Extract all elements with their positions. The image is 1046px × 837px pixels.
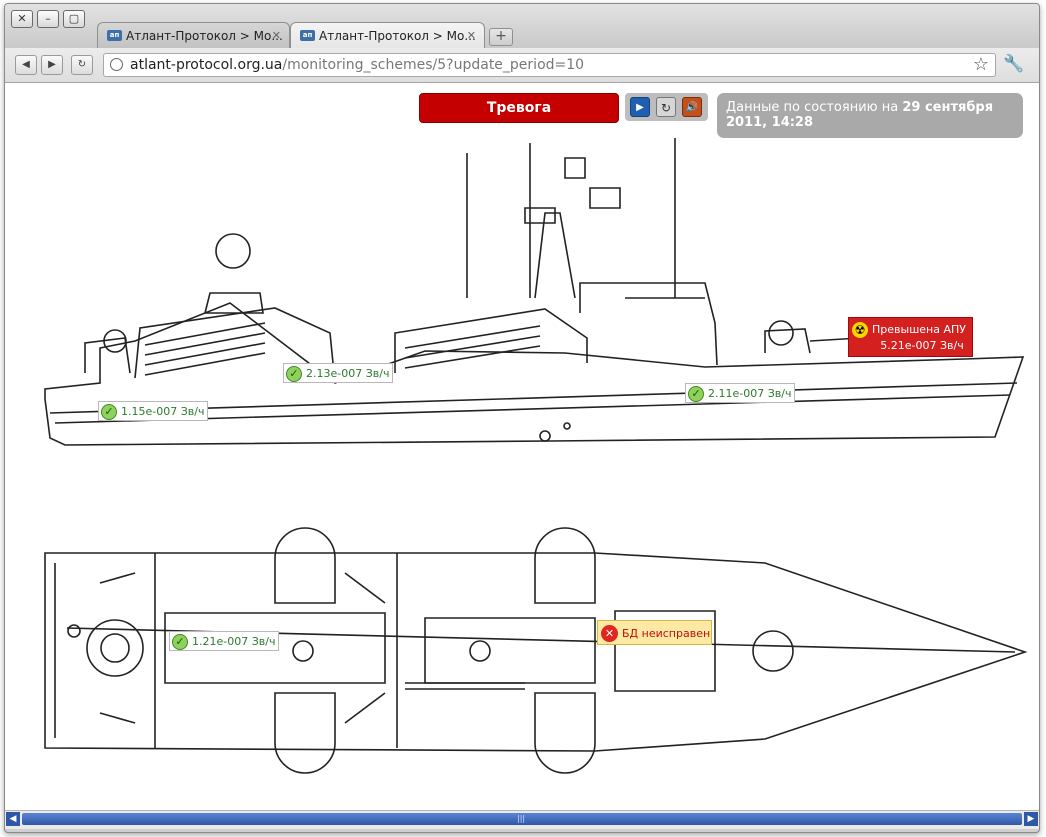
ok-check-icon: ✓ (688, 386, 704, 402)
playback-controls: ▶ ↻ 🔊 (625, 93, 708, 121)
browser-window: ✕ – ▢ ап Атлант-Протокол > Мо... ✕ ап Ат… (4, 3, 1040, 833)
refresh-icon: ↻ (660, 101, 672, 115)
ship-scheme-drawing (44, 138, 1028, 774)
browser-toolbar: ◀ ▶ ↻ atlant-protocol.org.ua/monitoring_… (5, 48, 1039, 83)
back-icon: ◀ (22, 59, 30, 70)
address-bar[interactable]: atlant-protocol.org.ua/monitoring_scheme… (103, 53, 996, 77)
timestamp-prefix: Данные по состоянию на (726, 100, 903, 115)
sound-icon: 🔊 (685, 102, 699, 113)
url-path: /monitoring_schemes/5?update_period=10 (282, 57, 585, 73)
reload-icon: ↻ (77, 59, 87, 70)
scroll-left-icon[interactable]: ◀ (6, 812, 20, 826)
data-timestamp: Данные по состоянию на 29 сентября 2011,… (717, 93, 1023, 138)
sound-button[interactable]: 🔊 (682, 97, 702, 117)
tab-active[interactable]: ап Атлант-Протокол > Мо... ✕ (290, 22, 485, 48)
title-bar: ✕ – ▢ ап Атлант-Протокол > Мо... ✕ ап Ат… (5, 4, 1039, 48)
ok-check-icon: ✓ (172, 634, 188, 650)
tab-title: Атлант-Протокол > Мо... (126, 29, 283, 43)
radiation-icon: ☢ (852, 322, 868, 338)
sensor-alert[interactable]: ☢ Превышена АПУ 5.21e-007 Зв/ч (848, 317, 973, 357)
sensor-fault[interactable]: ✕ БД неисправен (597, 620, 712, 645)
tab-title: Атлант-Протокол > Мо... (319, 29, 476, 43)
play-button[interactable]: ▶ (630, 97, 650, 117)
scroll-grip: ||| (517, 814, 526, 823)
forward-button[interactable]: ▶ (41, 55, 63, 75)
scroll-right-icon[interactable]: ▶ (1024, 812, 1038, 826)
maximize-window-button[interactable]: ▢ (63, 10, 85, 28)
sensor-value: 2.13e-007 Зв/ч (306, 367, 390, 380)
star-icon[interactable]: ☆ (973, 54, 989, 76)
horizontal-scrollbar[interactable]: ◀ ||| ▶ (5, 810, 1039, 829)
close-window-button[interactable]: ✕ (11, 10, 33, 28)
url-text: atlant-protocol.org.ua/monitoring_scheme… (130, 54, 584, 76)
new-tab-button[interactable]: + (489, 28, 513, 46)
refresh-button[interactable]: ↻ (656, 97, 676, 117)
url-host: atlant-protocol.org.ua (130, 57, 283, 73)
tab-inactive[interactable]: ап Атлант-Протокол > Мо... ✕ (97, 22, 290, 48)
fault-label: БД неисправен (622, 627, 711, 640)
error-icon: ✕ (601, 625, 618, 642)
sensor-value: 2.11e-007 Зв/ч (708, 387, 792, 400)
alert-title: Превышена АПУ (872, 323, 966, 336)
globe-icon (110, 58, 123, 71)
sensor-value: 1.21e-007 Зв/ч (192, 635, 276, 648)
scroll-thumb[interactable]: ||| (22, 813, 1022, 825)
sensor-label[interactable]: ✓ 1.15e-007 Зв/ч (98, 401, 208, 421)
tab-close-icon[interactable]: ✕ (272, 23, 281, 48)
alarm-button[interactable]: Тревога (419, 93, 619, 123)
tab-close-icon[interactable]: ✕ (467, 23, 476, 48)
tab-favicon: ап (300, 30, 315, 41)
side-view (44, 138, 1025, 446)
reload-button[interactable]: ↻ (71, 55, 93, 75)
tab-favicon: ап (107, 30, 122, 41)
ok-check-icon: ✓ (101, 404, 117, 420)
forward-icon: ▶ (48, 59, 56, 70)
back-button[interactable]: ◀ (15, 55, 37, 75)
alert-value: 5.21e-007 Зв/ч (880, 339, 964, 352)
ok-check-icon: ✓ (286, 366, 302, 382)
wrench-icon[interactable]: 🔧 (1003, 54, 1024, 74)
page-content: Тревога ▶ ↻ 🔊 Данные по состоянию на 29 … (5, 83, 1039, 810)
sensor-value: 1.15e-007 Зв/ч (121, 405, 205, 418)
sensor-label[interactable]: ✓ 1.21e-007 Зв/ч (169, 631, 279, 651)
sensor-label[interactable]: ✓ 2.11e-007 Зв/ч (685, 383, 795, 403)
play-icon: ▶ (636, 102, 644, 113)
sensor-label[interactable]: ✓ 2.13e-007 Зв/ч (283, 363, 393, 383)
minimize-window-button[interactable]: – (37, 10, 59, 28)
